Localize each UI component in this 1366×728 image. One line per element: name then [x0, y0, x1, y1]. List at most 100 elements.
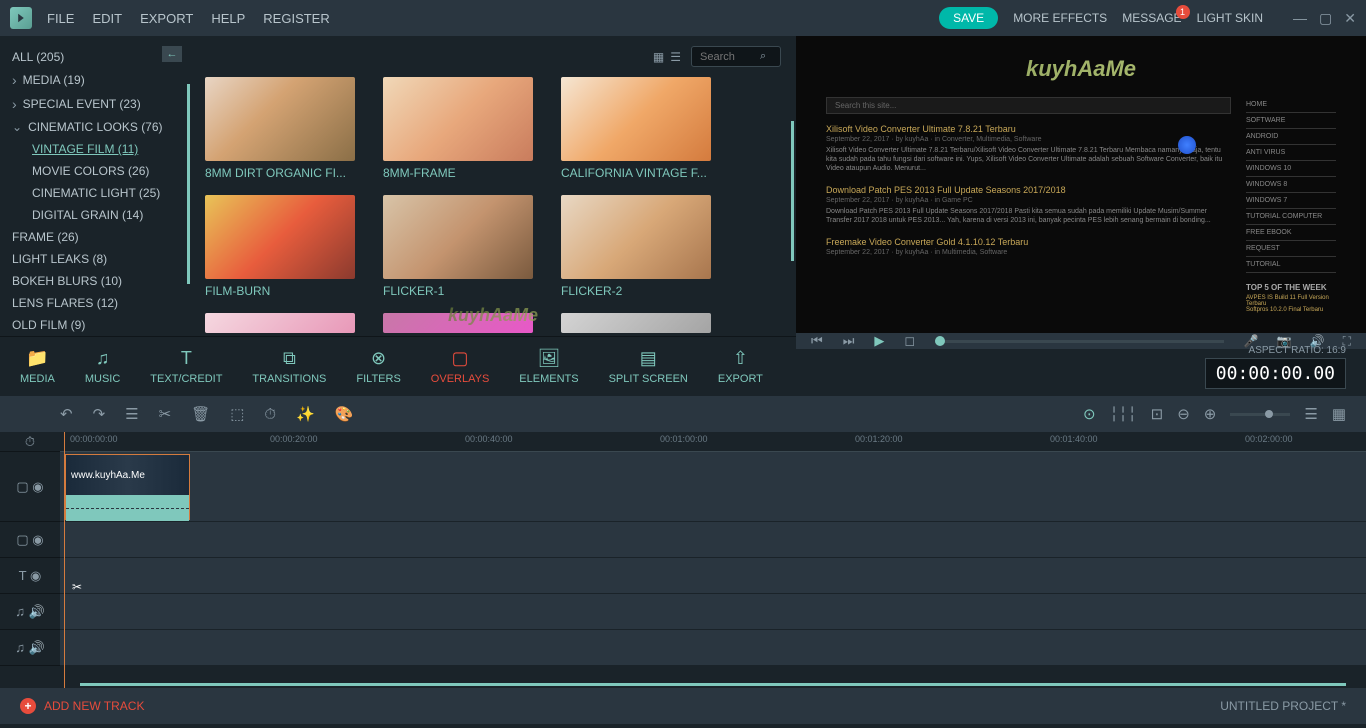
media-item[interactable] [205, 313, 355, 333]
audio-track-2[interactable] [60, 630, 1366, 666]
media-item[interactable]: CALIFORNIA VINTAGE F... [561, 77, 711, 180]
media-scroll-indicator[interactable] [791, 121, 794, 261]
tab-split-screen[interactable]: ▤ SPLIT SCREEN [609, 348, 688, 385]
zoom-slider[interactable] [1230, 413, 1290, 416]
list-icon[interactable]: ☰ [1304, 405, 1317, 423]
video-track-header[interactable]: ▢ ◉ [0, 452, 60, 522]
menu-edit[interactable]: EDIT [92, 11, 122, 26]
zoom-out-button[interactable]: ⊖ [1177, 405, 1190, 423]
maximize-button[interactable]: ▢ [1319, 10, 1332, 27]
cut-button[interactable]: ✂ [159, 405, 172, 423]
category-cinematic-looks[interactable]: CINEMATIC LOOKS (76) [0, 116, 190, 138]
overlay-track-header[interactable]: ▢ ◉ [0, 522, 60, 558]
tab-media[interactable]: 📁 MEDIA [20, 348, 55, 385]
tab-filters[interactable]: ⊗ FILTERS [356, 348, 400, 385]
timeline-scrollbar[interactable] [80, 683, 1346, 686]
playback-slider[interactable] [935, 340, 1224, 343]
media-label: 8MM DIRT ORGANIC FI... [205, 166, 355, 180]
tab-music[interactable]: ♫ MUSIC [85, 348, 120, 385]
media-item[interactable]: FILM-BURN [205, 195, 355, 298]
zoom-slider-thumb[interactable] [1265, 410, 1273, 418]
zoom-fit-icon[interactable]: ⊡ [1151, 405, 1164, 423]
cut-marker-icon[interactable]: ✂ [72, 580, 82, 594]
text-track[interactable] [60, 558, 1366, 594]
tab-elements[interactable]: 🖼 ELEMENTS [519, 348, 578, 385]
search-input[interactable] [700, 51, 760, 63]
tab-text[interactable]: T TEXT/CREDIT [150, 348, 222, 385]
preview-nav-item: ANDROID [1246, 129, 1336, 145]
crop-button[interactable]: ⬚ [230, 405, 244, 423]
add-track-button[interactable]: + ADD NEW TRACK [20, 698, 144, 714]
close-button[interactable]: ✕ [1344, 10, 1356, 27]
media-item[interactable] [561, 313, 711, 333]
undo-button[interactable]: ↶ [60, 405, 73, 423]
effects-button[interactable]: ✨ [296, 405, 315, 423]
grid-icon[interactable]: ▦ [1332, 405, 1346, 423]
preview-viewport: kuyhAaMe Search this site... Xilisoft Vi… [796, 36, 1366, 333]
stop-button[interactable]: ◻ [904, 333, 915, 349]
menu-file[interactable]: FILE [47, 11, 74, 26]
menu-export[interactable]: EXPORT [140, 11, 193, 26]
media-item[interactable]: 8MM DIRT ORGANIC FI... [205, 77, 355, 180]
redo-button[interactable]: ↷ [93, 405, 106, 423]
prev-frame-button[interactable]: ⏮ [811, 333, 823, 349]
preview-article: Freemake Video Converter Gold 4.1.10.12 … [826, 237, 1231, 256]
save-button[interactable]: SAVE [939, 7, 998, 29]
media-item[interactable]: FLICKER-1 [383, 195, 533, 298]
audio-track-1[interactable] [60, 594, 1366, 630]
list-view-icon[interactable]: ☰ [670, 50, 681, 64]
video-track[interactable]: www.kuyhAa.Me [60, 452, 1366, 522]
category-digital-grain[interactable]: DIGITAL GRAIN (14) [0, 204, 190, 226]
more-effects-button[interactable]: MORE EFFECTS [1013, 11, 1107, 25]
tab-export[interactable]: ⇧ EXPORT [718, 348, 763, 385]
zoom-in-button[interactable]: ⊕ [1204, 405, 1217, 423]
media-item[interactable]: FLICKER-2 [561, 195, 711, 298]
message-button[interactable]: MESSAGE 1 [1122, 11, 1181, 25]
tab-transitions[interactable]: ⧉ TRANSITIONS [252, 348, 326, 385]
overlay-track[interactable] [60, 522, 1366, 558]
track-headers: ⏱ ▢ ◉ ▢ ◉ T ◉ ♫ 🔊 ♫ 🔊 [0, 432, 60, 688]
light-skin-button[interactable]: LIGHT SKIN [1197, 11, 1263, 25]
grid-view-icon[interactable]: ▦ [653, 50, 664, 64]
color-button[interactable]: 🎨 [335, 405, 354, 423]
category-cinematic-light[interactable]: CINEMATIC LIGHT (25) [0, 182, 190, 204]
text-icon: T [181, 348, 192, 369]
mixer-icon[interactable]: ╎╎╎ [1110, 405, 1137, 423]
speed-button[interactable]: ⏱ [264, 406, 276, 423]
category-light-leaks[interactable]: LIGHT LEAKS (8) [0, 248, 190, 270]
play-button[interactable]: ▶ [874, 333, 884, 349]
timeline-tracks[interactable]: 00:00:00:00 00:00:20:00 00:00:40:00 00:0… [60, 432, 1366, 688]
media-item[interactable]: 8MM-FRAME [383, 77, 533, 180]
tab-label: OVERLAYS [431, 373, 490, 385]
preview-article: Xilisoft Video Converter Ultimate 7.8.21… [826, 124, 1231, 173]
video-clip[interactable]: www.kuyhAa.Me [65, 454, 190, 520]
audio-track-header-1[interactable]: ♫ 🔊 [0, 594, 60, 630]
category-special-event[interactable]: SPECIAL EVENT (23) [0, 92, 190, 116]
tab-overlays[interactable]: ▢ OVERLAYS [431, 348, 490, 385]
preview-nav-item: FREE EBOOK [1246, 225, 1336, 241]
text-track-header[interactable]: T ◉ [0, 558, 60, 594]
playhead[interactable] [60, 432, 68, 688]
media-item[interactable] [383, 313, 533, 333]
playback-slider-thumb[interactable] [935, 336, 945, 346]
audio-track-header-2[interactable]: ♫ 🔊 [0, 630, 60, 666]
category-frame[interactable]: FRAME (26) [0, 226, 190, 248]
menu-help[interactable]: HELP [211, 11, 245, 26]
settings-icon[interactable]: ☰ [125, 405, 138, 423]
minimize-button[interactable]: — [1293, 10, 1307, 27]
delete-button[interactable]: 🗑 [191, 405, 210, 423]
category-bokeh-blurs[interactable]: BOKEH BLURS (10) [0, 270, 190, 292]
next-frame-button[interactable]: ⏭ [843, 333, 855, 349]
menu-register[interactable]: REGISTER [263, 11, 329, 26]
timeline-ruler[interactable]: 00:00:00:00 00:00:20:00 00:00:40:00 00:0… [60, 432, 1366, 452]
category-movie-colors[interactable]: MOVIE COLORS (26) [0, 160, 190, 182]
category-lens-flares[interactable]: LENS FLARES (12) [0, 292, 190, 314]
music-icon: ♫ [96, 348, 110, 369]
search-box[interactable]: ⌕ [691, 46, 781, 67]
marker-icon[interactable]: ⊙ [1083, 405, 1096, 423]
category-media[interactable]: MEDIA (19) [0, 68, 190, 92]
category-old-film[interactable]: OLD FILM (9) [0, 314, 190, 336]
sidebar-back-button[interactable]: ← [162, 46, 182, 62]
preview-nav-item: SOFTWARE [1246, 113, 1336, 129]
category-vintage-film[interactable]: VINTAGE FILM (11) [0, 138, 190, 160]
